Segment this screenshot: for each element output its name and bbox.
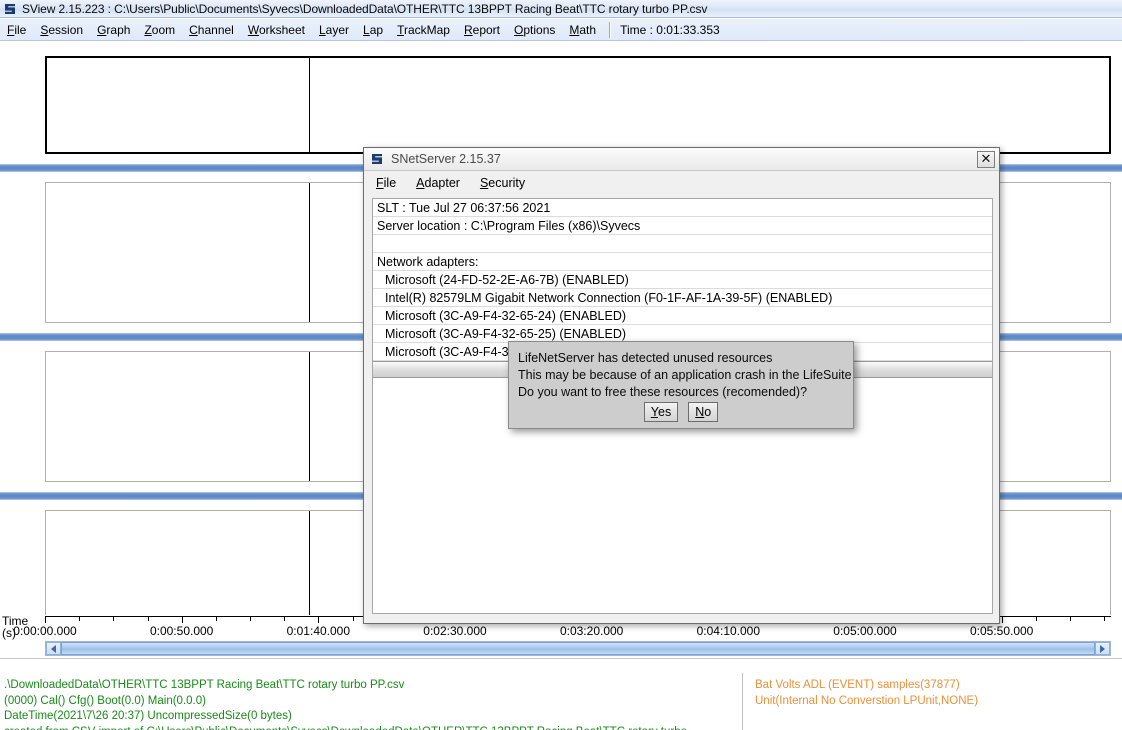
time-axis-tick-label: 0:05:00.000 <box>833 624 896 638</box>
time-axis-tick-label: 0:00:00.000 <box>13 624 76 638</box>
time-axis-minor-tick <box>216 616 217 621</box>
time-axis-minor-tick <box>113 616 114 621</box>
scroll-left-button[interactable] <box>46 642 61 655</box>
time-axis-major-tick <box>182 616 183 623</box>
status-divider <box>742 673 743 730</box>
time-axis-tick-label: 0:03:20.000 <box>560 624 623 638</box>
menu-channel[interactable]: Channel <box>182 21 241 39</box>
snetserver-list-row[interactable]: Microsoft (3C-A9-F4-32-65-24) (ENABLED) <box>373 307 992 325</box>
status-log-right: Bat Volts ADL (EVENT) samples(37877)Unit… <box>755 678 1115 709</box>
status-log-line: DateTime(2021\7\26 20:37) UncompressedSi… <box>4 709 734 725</box>
message-box-line: Do you want to free these resources (rec… <box>518 384 852 401</box>
time-axis-minor-tick <box>1036 616 1037 621</box>
time-axis-major-tick <box>1002 616 1003 623</box>
syvecs-s-logo-icon <box>2 1 18 17</box>
time-axis-major-tick <box>45 616 46 623</box>
menu-file[interactable]: File <box>0 21 33 39</box>
menu-zoom[interactable]: Zoom <box>137 21 182 39</box>
menu-report[interactable]: Report <box>457 21 507 39</box>
app-title-bar: SView 2.15.223 : C:\Users\Public\Documen… <box>0 0 1122 18</box>
time-axis-minor-tick <box>284 616 285 621</box>
snetserver-list-row[interactable]: Microsoft (24-FD-52-2E-A6-7B) (ENABLED) <box>373 271 992 289</box>
snetserver-menu-file[interactable]: File <box>368 174 404 192</box>
snetserver-menu-bar: File Adapter Security <box>364 172 999 194</box>
app-title-text: SView 2.15.223 : C:\Users\Public\Documen… <box>22 2 707 16</box>
menu-math[interactable]: Math <box>562 21 603 39</box>
snetserver-list-row[interactable]: SLT : Tue Jul 27 06:37:56 2021 <box>373 199 992 217</box>
message-box-text: LifeNetServer has detected unused resour… <box>518 350 852 401</box>
cursor-line-1 <box>309 58 310 152</box>
status-log-line: .\DownloadedData\OTHER\TTC 13BPPT Racing… <box>4 678 734 694</box>
menu-lap[interactable]: Lap <box>356 21 390 39</box>
time-axis-tick-label: 0:02:30.000 <box>423 624 486 638</box>
snetserver-list-row[interactable]: Intel(R) 82579LM Gigabit Network Connect… <box>373 289 992 307</box>
time-axis-tick-label: 0:04:10.000 <box>697 624 760 638</box>
status-log-line: (0000) Cal() Cfg() Boot(0.0) Main(0.0.0) <box>4 694 734 710</box>
message-box-line: LifeNetServer has detected unused resour… <box>518 350 852 367</box>
status-log-line: created from CSV import of C:\Users\Publ… <box>4 725 734 730</box>
status-log-left: .\DownloadedData\OTHER\TTC 13BPPT Racing… <box>4 678 734 730</box>
yes-button[interactable]: Yes <box>644 402 678 422</box>
scroll-right-button[interactable] <box>1095 642 1110 655</box>
menu-graph[interactable]: Graph <box>90 21 137 39</box>
message-box-buttons: Yes No <box>509 402 853 422</box>
menu-layer[interactable]: Layer <box>312 21 356 39</box>
time-axis-tick-label: 0:05:50.000 <box>970 624 1033 638</box>
lifenetserver-message-box[interactable]: LifeNetServer has detected unused resour… <box>508 341 854 429</box>
time-axis-minor-tick <box>79 616 80 621</box>
time-axis-major-tick <box>318 616 319 623</box>
time-axis-minor-tick <box>148 616 149 621</box>
cursor-line-4 <box>309 511 310 629</box>
horizontal-scroll-thumb[interactable] <box>61 642 1095 655</box>
snetserver-menu-security[interactable]: Security <box>472 174 533 192</box>
time-axis-minor-tick <box>1070 616 1071 621</box>
horizontal-scrollbar[interactable] <box>45 641 1111 656</box>
cursor-line-2 <box>309 183 310 322</box>
menu-trackmap[interactable]: TrackMap <box>390 21 457 39</box>
snetserver-menu-adapter[interactable]: Adapter <box>408 174 468 192</box>
snetserver-list-row[interactable]: Network adapters: <box>373 253 992 271</box>
time-indicator: Time : 0:01:33.353 <box>618 23 720 37</box>
chart-panel-1[interactable] <box>45 56 1111 154</box>
syvecs-s-logo-icon <box>369 151 385 167</box>
time-axis-minor-tick <box>353 616 354 621</box>
close-x-icon[interactable]: ✕ <box>977 151 995 168</box>
time-axis-tick-label: 0:00:50.000 <box>150 624 213 638</box>
triangle-left-icon <box>51 645 56 653</box>
status-log-line: Unit(Internal No Converstion LPUnit,NONE… <box>755 694 1115 710</box>
menu-options[interactable]: Options <box>507 21 562 39</box>
triangle-right-icon <box>1100 645 1105 653</box>
status-log-line: Bat Volts ADL (EVENT) samples(37877) <box>755 678 1115 694</box>
message-box-line: This may be because of an application cr… <box>518 367 852 384</box>
cursor-line-3 <box>309 352 310 481</box>
snetserver-list-row[interactable] <box>373 235 992 253</box>
time-axis-minor-tick <box>1104 616 1105 621</box>
snetserver-list-row[interactable]: Server location : C:\Program Files (x86)… <box>373 217 992 235</box>
time-axis-tick-label: 0:01:40.000 <box>287 624 350 638</box>
time-axis-minor-tick <box>250 616 251 621</box>
menu-session[interactable]: Session <box>33 21 90 39</box>
menu-worksheet[interactable]: Worksheet <box>241 21 312 39</box>
snetserver-title-bar[interactable]: SNetServer 2.15.37 ✕ <box>364 148 999 171</box>
menu-separator <box>609 22 611 38</box>
app-menu-bar: File Session Graph Zoom Channel Workshee… <box>0 19 1122 41</box>
no-button[interactable]: No <box>688 402 718 422</box>
snetserver-title-text: SNetServer 2.15.37 <box>391 152 977 166</box>
status-log-area: .\DownloadedData\OTHER\TTC 13BPPT Racing… <box>0 658 1122 730</box>
